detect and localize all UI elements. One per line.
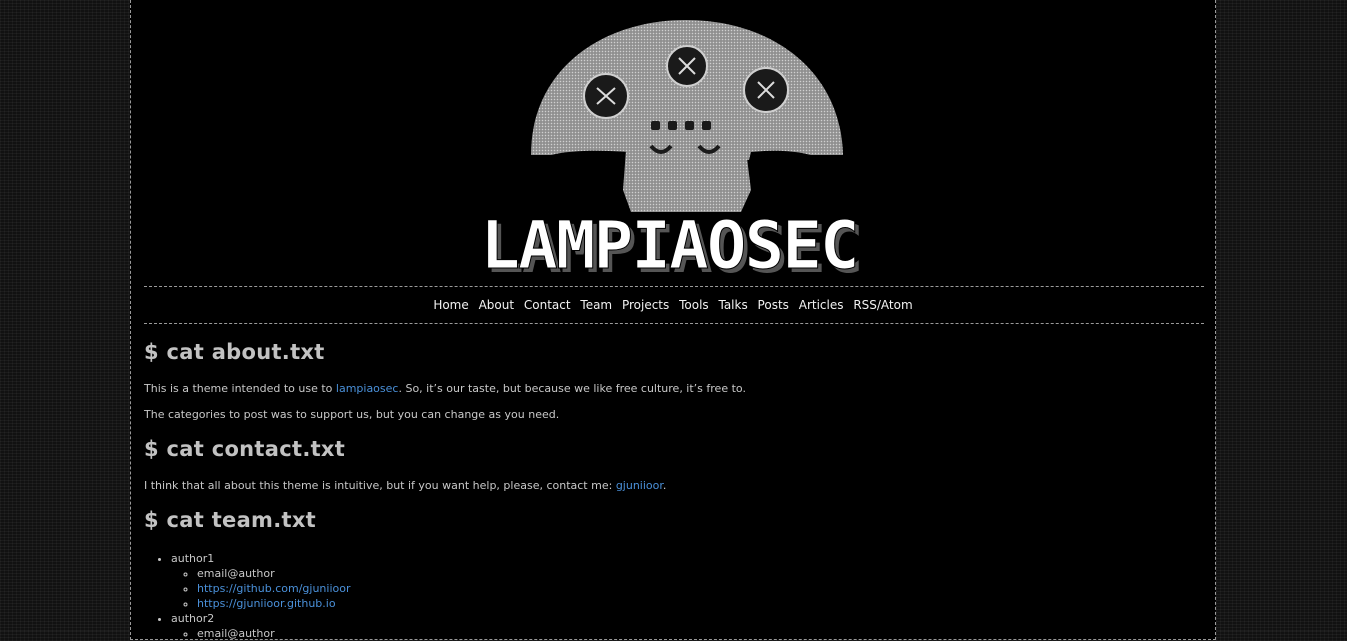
member-email: email@author — [197, 566, 350, 581]
member-site-link[interactable]: https://gjuniioor.github.io — [197, 597, 336, 610]
about-paragraph-1: This is a theme intended to use to lampi… — [144, 382, 746, 395]
nav-talks[interactable]: Talks — [718, 298, 747, 312]
list-item: author1 email@author https://github.com/… — [171, 551, 350, 611]
member-github-link[interactable]: https://github.com/gjuniioor — [197, 582, 350, 595]
list-item: https://github.com/gjuniioor — [197, 581, 350, 596]
about-text-end: . So, it’s our taste, but because we lik… — [398, 382, 746, 395]
nav-team[interactable]: Team — [580, 298, 612, 312]
contact-text: I think that all about this theme is int… — [144, 479, 616, 492]
nav-projects[interactable]: Projects — [622, 298, 669, 312]
about-heading: $ cat about.txt — [144, 340, 325, 364]
nav-contact[interactable]: Contact — [524, 298, 571, 312]
nav-top-divider — [144, 286, 1204, 287]
member-email: email@author — [197, 626, 350, 641]
about-text: This is a theme intended to use to — [144, 382, 336, 395]
about-paragraph-2: The categories to post was to support us… — [144, 408, 560, 421]
nav-home[interactable]: Home — [433, 298, 468, 312]
nav-posts[interactable]: Posts — [758, 298, 789, 312]
contact-paragraph: I think that all about this theme is int… — [144, 479, 666, 492]
main-nav: Home About Contact Team Projects Tools T… — [131, 298, 1215, 312]
list-item: https://gjuniioor.github.io — [197, 596, 350, 611]
nav-about[interactable]: About — [479, 298, 514, 312]
site-logo[interactable]: LAMPIAOSEC LAMPIAOSEC — [131, 0, 1215, 288]
team-heading: $ cat team.txt — [144, 508, 317, 532]
lampiaosec-link[interactable]: lampiaosec — [336, 382, 399, 395]
member-name: author2 — [171, 612, 215, 625]
team-list: author1 email@author https://github.com/… — [144, 551, 350, 641]
nav-rss[interactable]: RSS/Atom — [853, 298, 912, 312]
contact-text-end: . — [662, 479, 667, 492]
logo-wordmark: LAMPIAOSEC — [480, 207, 857, 284]
contact-heading: $ cat contact.txt — [144, 437, 346, 461]
gjuniioor-link[interactable]: gjuniioor — [616, 479, 663, 492]
nav-tools[interactable]: Tools — [679, 298, 709, 312]
nav-bottom-divider — [144, 323, 1204, 324]
member-details: email@author https://github.com/gjuniioo… — [171, 566, 350, 611]
member-details: email@author — [171, 626, 350, 641]
list-item: author2 email@author — [171, 611, 350, 641]
nav-articles[interactable]: Articles — [799, 298, 844, 312]
member-name: author1 — [171, 552, 215, 565]
page-container: LAMPIAOSEC LAMPIAOSEC Home About Contact… — [130, 0, 1216, 640]
lampiao-skull-logo: LAMPIAOSEC LAMPIAOSEC — [480, 20, 864, 288]
